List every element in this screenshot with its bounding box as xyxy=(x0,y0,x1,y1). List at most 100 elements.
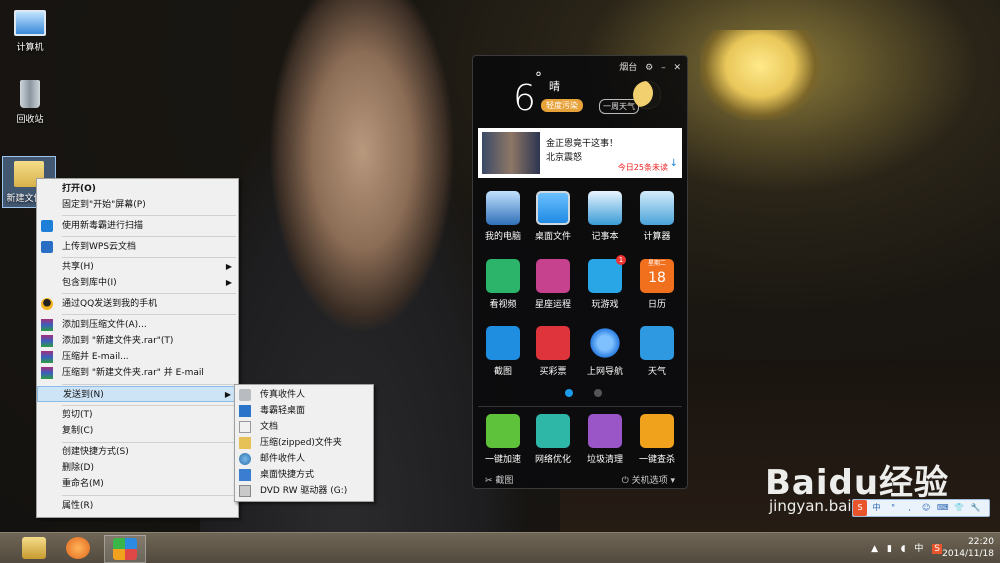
menu-item-compress-rar-email[interactable]: 压缩到 "新建文件夹.rar" 并 E-mail xyxy=(37,365,238,381)
degree-symbol: ° xyxy=(535,70,542,86)
tile-screenshot[interactable]: 截图 xyxy=(477,326,529,377)
taskbar-duba[interactable] xyxy=(58,535,98,561)
calculator-icon xyxy=(640,191,674,225)
tile-junk-clean[interactable]: 垃圾清理 xyxy=(579,414,631,465)
tile-desktop-files[interactable]: 桌面文件 xyxy=(527,191,579,242)
ime-fullwidth-icon[interactable]: ° xyxy=(886,500,900,516)
tile-notepad[interactable]: 记事本 xyxy=(579,191,631,242)
chevron-right-icon: ▶ xyxy=(225,278,232,287)
menu-item-share[interactable]: 共享(H) ▶ xyxy=(37,259,238,275)
menu-item-wps-upload[interactable]: 上传到WPS云文档 xyxy=(37,239,238,255)
menu-item-cut[interactable]: 剪切(T) xyxy=(37,407,238,423)
trash-icon xyxy=(588,414,622,448)
news-title: 金正恩竟干这事！ xyxy=(546,139,619,149)
network-icon[interactable]: ▮ xyxy=(887,544,892,554)
sogou-tray-icon[interactable]: S xyxy=(932,544,942,554)
sendto-dvd[interactable]: DVD RW 驱动器 (G:) xyxy=(235,483,373,499)
menu-item-delete[interactable]: 删除(D) xyxy=(37,460,238,476)
chevron-right-icon: ▶ xyxy=(225,262,232,271)
menu-item-qq-send[interactable]: 通过QQ发送到我的手机 xyxy=(37,296,238,312)
menu-separator xyxy=(62,384,236,385)
gamepad-icon: 1 xyxy=(588,255,626,293)
context-menu: 打开(O) 固定到"开始"屏幕(P) 使用新毒霸进行扫描 上传到WPS云文档 共… xyxy=(36,178,239,518)
week-weather-button[interactable]: 一周天气 xyxy=(599,99,639,114)
horoscope-icon xyxy=(536,259,570,293)
news-subtitle: 北京震怒 xyxy=(546,153,583,163)
lightning-icon xyxy=(640,414,674,448)
ime-toolbar: S 中 ° , ☺ ⌨ 👕 🔧 xyxy=(852,499,990,517)
dvd-drive-icon xyxy=(239,485,251,497)
sendto-zip[interactable]: 压缩(zipped)文件夹 xyxy=(235,435,373,451)
tile-web-nav[interactable]: 上网导航 xyxy=(579,326,631,377)
screenshot-button[interactable]: ✂ 截图 xyxy=(485,473,513,486)
menu-item-add-rar[interactable]: 添加到 "新建文件夹.rar"(T) xyxy=(37,333,238,349)
tile-calculator[interactable]: 计算器 xyxy=(631,191,683,242)
menu-item-include-library[interactable]: 包含到库中(I) ▶ xyxy=(37,275,238,291)
system-tray: ▲ ▮ ◖ 中 S xyxy=(865,541,942,554)
sogou-logo-icon[interactable]: S xyxy=(853,500,867,516)
keyboard-icon[interactable]: ⌨ xyxy=(936,500,950,516)
tile-lottery[interactable]: 买彩票 xyxy=(527,326,579,377)
menu-separator xyxy=(62,314,236,315)
menu-item-open[interactable]: 打开(O) xyxy=(37,181,238,197)
tile-video[interactable]: 看视频 xyxy=(477,259,529,310)
tile-my-computer[interactable]: 我的电脑 xyxy=(477,191,529,242)
menu-separator xyxy=(62,495,236,496)
menu-separator xyxy=(62,442,236,443)
sendto-mail[interactable]: 邮件收件人 xyxy=(235,451,373,467)
tile-weather[interactable]: 天气 xyxy=(631,326,683,377)
game-badge: 1 xyxy=(616,255,626,265)
computer-icon xyxy=(14,10,46,36)
menu-item-duba-scan[interactable]: 使用新毒霸进行扫描 xyxy=(37,218,238,234)
menu-item-add-archive[interactable]: 添加到压缩文件(A)... xyxy=(37,317,238,333)
skin-icon[interactable]: 👕 xyxy=(952,500,966,516)
ime-indicator[interactable]: 中 xyxy=(914,544,923,554)
tile-network-optimize[interactable]: 网络优化 xyxy=(527,414,579,465)
taskbar-light-desktop[interactable] xyxy=(104,535,146,563)
sendto-duba-desktop[interactable]: 毒霸轻桌面 xyxy=(235,403,373,419)
desktop-icon-computer[interactable]: 计算机 xyxy=(0,6,60,53)
news-card[interactable]: 金正恩竟干这事！ 北京震怒 今日25条未读 ↓ xyxy=(478,128,682,178)
ime-punctuation-icon[interactable]: , xyxy=(903,500,917,516)
ime-emoji-icon[interactable]: ☺ xyxy=(919,500,933,516)
folder-icon xyxy=(22,537,46,559)
tile-speed-up[interactable]: 一键加速 xyxy=(477,414,529,465)
location-label[interactable]: 烟台 xyxy=(619,63,637,73)
sendto-desktop-shortcut[interactable]: 桌面快捷方式 xyxy=(235,467,373,483)
menu-item-properties[interactable]: 属性(R) xyxy=(37,498,238,514)
minimize-icon[interactable]: – xyxy=(661,63,666,73)
menu-item-pin-start[interactable]: 固定到"开始"屏幕(P) xyxy=(37,197,238,213)
winrar-icon xyxy=(41,319,53,331)
menu-item-compress-email[interactable]: 压缩并 E-mail... xyxy=(37,349,238,365)
duba-desktop-icon xyxy=(239,405,251,417)
page-dot-active[interactable] xyxy=(565,389,573,397)
play-icon xyxy=(486,259,520,293)
clock[interactable]: 22:20 2014/11/18 xyxy=(942,536,994,560)
close-icon[interactable]: ✕ xyxy=(673,63,681,73)
qq-penguin-icon xyxy=(41,298,53,310)
tile-virus-scan[interactable]: 一键查杀 xyxy=(631,414,683,465)
fax-icon xyxy=(239,389,251,401)
tile-games[interactable]: 1 玩游戏 xyxy=(579,255,631,310)
sendto-fax[interactable]: 传真收件人 xyxy=(235,387,373,403)
sendto-documents[interactable]: 文档 xyxy=(235,419,373,435)
menu-item-create-shortcut[interactable]: 创建快捷方式(S) xyxy=(37,444,238,460)
menu-item-rename[interactable]: 重命名(M) xyxy=(37,476,238,492)
taskbar-file-explorer[interactable] xyxy=(14,535,54,561)
shutdown-options-button[interactable]: ⏻ 关机选项 ▾ xyxy=(622,473,675,486)
ime-mode-chinese[interactable]: 中 xyxy=(870,500,884,516)
menu-item-copy[interactable]: 复制(C) xyxy=(37,423,238,439)
gear-icon[interactable]: ⚙ xyxy=(645,63,653,73)
wrench-icon[interactable]: 🔧 xyxy=(969,500,983,516)
tile-horoscope[interactable]: 星座运程 xyxy=(527,259,579,310)
page-dot[interactable] xyxy=(593,389,602,397)
menu-separator xyxy=(62,405,236,406)
aqi-badge[interactable]: 轻度污染 xyxy=(541,99,583,112)
menu-separator xyxy=(62,293,236,294)
volume-icon[interactable]: ◖ xyxy=(901,544,906,554)
menu-item-send-to[interactable]: 发送到(N) ▶ xyxy=(37,386,238,402)
tile-calendar[interactable]: 星期二 18 日历 xyxy=(631,259,683,310)
desktop-icon-recycle-bin[interactable]: 回收站 xyxy=(0,80,60,125)
arrow-down-icon[interactable]: ↓ xyxy=(670,158,678,169)
show-hidden-icons[interactable]: ▲ xyxy=(871,544,878,554)
